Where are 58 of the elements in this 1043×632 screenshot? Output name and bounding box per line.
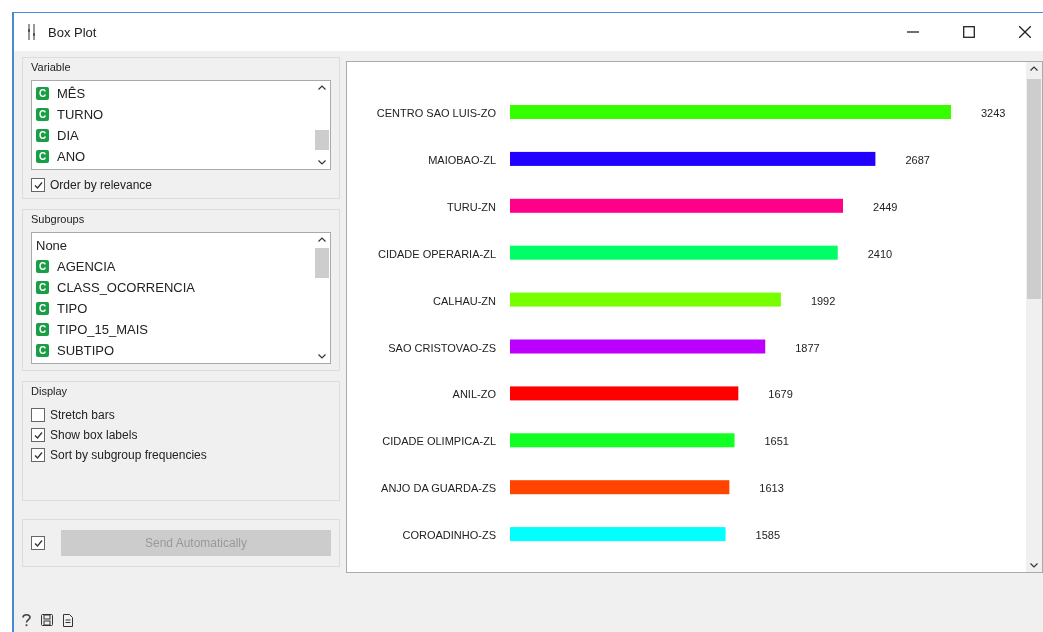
category-label: TURU-ZN — [447, 200, 496, 213]
scroll-down-icon[interactable] — [318, 354, 326, 359]
category-label: CALHAU-ZN — [433, 294, 496, 307]
scroll-thumb[interactable] — [315, 248, 329, 278]
list-item[interactable]: C TIPO — [36, 298, 310, 319]
value-label: 2449 — [873, 200, 898, 213]
option-checkbox[interactable]: Show box labels — [31, 428, 331, 442]
value-label: 2687 — [905, 153, 930, 166]
scrollbar[interactable] — [1026, 62, 1042, 572]
list-item[interactable]: C DIA — [36, 125, 310, 146]
group-title: Subgroups — [31, 213, 85, 225]
list-item[interactable]: C MÊS — [36, 83, 310, 104]
category-label: MAIOBAO-ZL — [428, 153, 496, 166]
scroll-up-icon[interactable] — [1030, 66, 1038, 71]
checkbox[interactable] — [31, 408, 45, 422]
scroll-down-icon[interactable] — [318, 160, 326, 165]
value-label: 1613 — [759, 482, 784, 495]
list-item[interactable]: C CLASS_OCORRENCIA — [36, 277, 310, 298]
option-checkbox[interactable]: Sort by subgroup frequencies — [31, 448, 331, 462]
scroll-down-icon[interactable] — [1030, 563, 1038, 568]
checkbox[interactable] — [31, 428, 45, 442]
checkbox[interactable] — [31, 178, 45, 192]
list-item[interactable]: C SUBTIPO — [36, 340, 310, 361]
category-label: ANJO DA GUARDA-ZS — [381, 482, 496, 495]
list-item[interactable]: C ANO — [36, 146, 310, 167]
value-label: 1679 — [768, 388, 793, 401]
category-label: COROADINHO-ZS — [402, 529, 496, 542]
value-label: 1585 — [755, 529, 780, 542]
app-icon — [28, 24, 36, 40]
category-label: CENTRO SAO LUIS-ZO — [376, 107, 496, 119]
value-label: 1651 — [764, 435, 789, 448]
maximize-icon[interactable] — [963, 26, 975, 38]
option-checkbox[interactable]: Stretch bars — [31, 408, 331, 422]
window-title: Box Plot — [48, 24, 97, 40]
group-title: Variable — [31, 61, 71, 73]
category-label: CIDADE OPERARIA-ZL — [378, 247, 496, 260]
scroll-up-icon[interactable] — [318, 85, 326, 90]
help-icon[interactable] — [22, 613, 31, 627]
value-label: 1877 — [795, 341, 820, 354]
category-label: SAO CRISTOVAO-ZS — [388, 341, 496, 354]
category-label: ANIL-ZO — [452, 388, 496, 401]
close-icon[interactable] — [1019, 26, 1031, 38]
value-label: 1992 — [810, 294, 836, 307]
save-icon[interactable] — [41, 614, 53, 626]
list-item[interactable]: C TURNO — [36, 104, 310, 125]
scroll-up-icon[interactable] — [318, 237, 326, 242]
list-item[interactable]: None — [36, 235, 310, 256]
category-label: CIDADE OLIMPICA-ZL — [382, 435, 496, 448]
list-item[interactable]: C TIPO_15_MAIS — [36, 319, 310, 340]
order-by-relevance-checkbox[interactable]: Order by relevance — [31, 178, 331, 192]
scroll-thumb[interactable] — [1027, 79, 1041, 299]
document-icon[interactable] — [63, 613, 73, 627]
checkbox[interactable] — [31, 448, 45, 462]
value-label: 2410 — [867, 247, 893, 260]
scroll-thumb[interactable] — [315, 130, 329, 150]
group-title: Display — [31, 385, 68, 397]
list-item[interactable]: C AGENCIA — [36, 256, 310, 277]
value-label: 3243 — [981, 107, 1006, 119]
